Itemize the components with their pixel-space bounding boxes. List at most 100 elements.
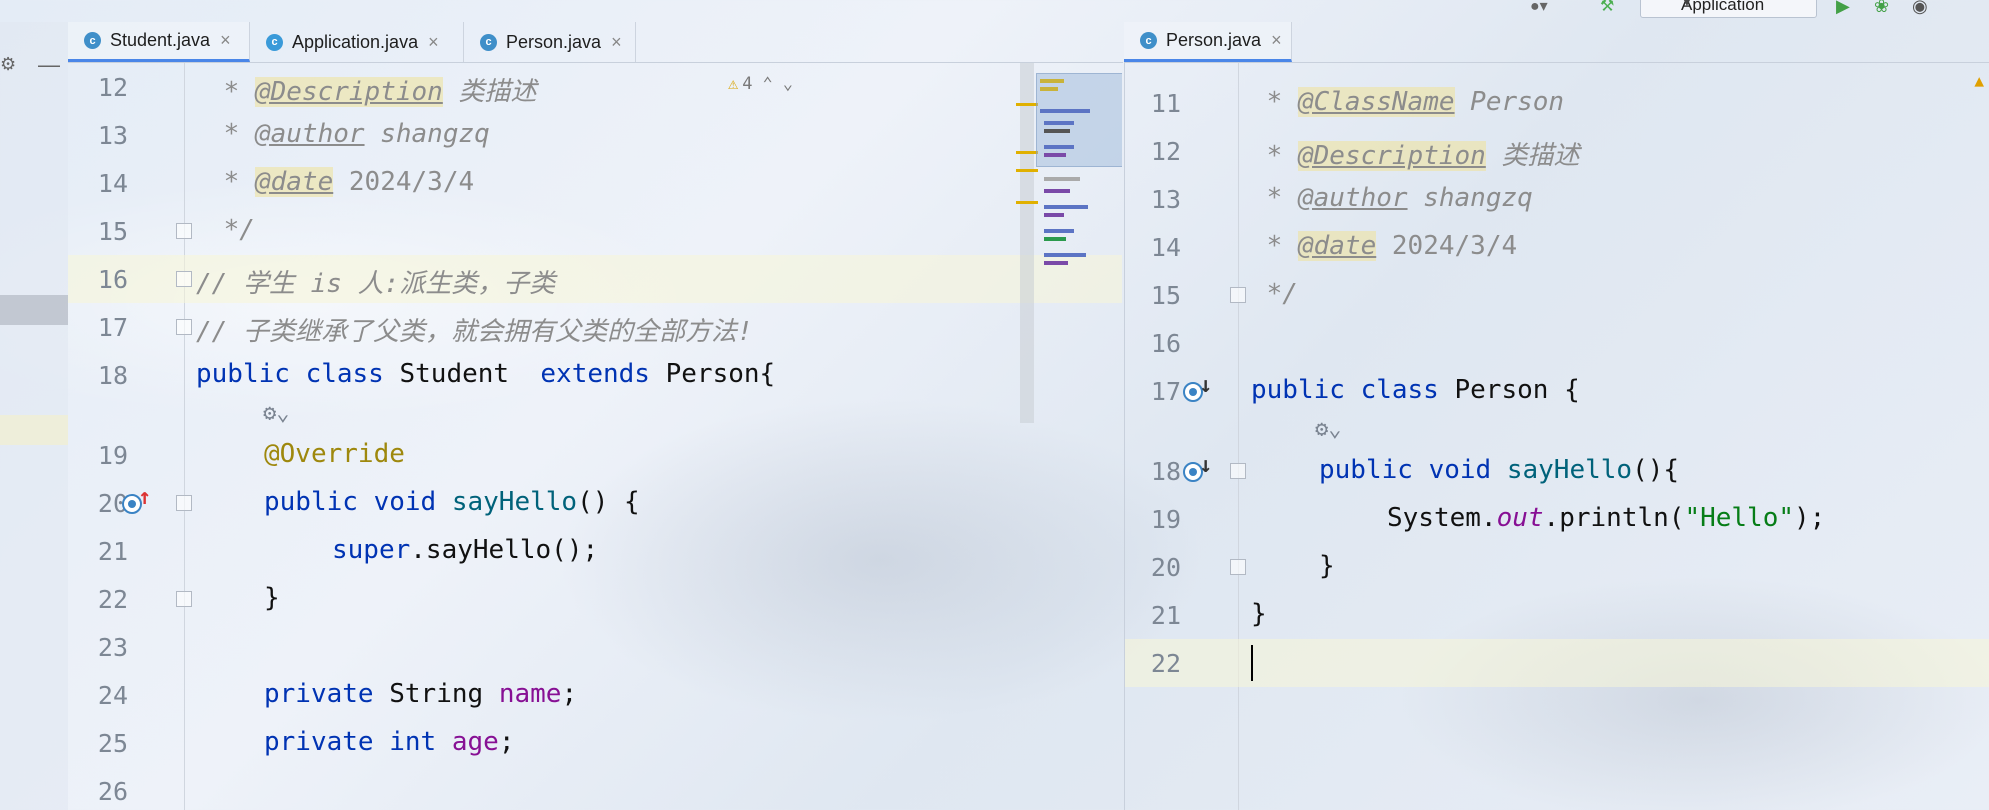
code-line: 18 public class Student extends Person{	[68, 351, 1122, 399]
tab-application-java[interactable]: c Application.java ×	[250, 22, 464, 62]
code-line: 25 private int age;	[68, 719, 1122, 767]
code-line-current: 16 // 学生 is 人:派生类，子类	[68, 255, 1122, 303]
close-icon[interactable]: ×	[428, 32, 439, 53]
code-minimap[interactable]	[1036, 73, 1122, 283]
chevron-up-icon[interactable]: ⌃	[763, 74, 773, 94]
code-line: 22 }	[68, 575, 1122, 623]
run-icon[interactable]: ▶	[1836, 0, 1850, 17]
code-line: 24 private String name;	[68, 671, 1122, 719]
code-line: 13 * @author shangzq	[1125, 175, 1989, 223]
main-class-icon: c	[266, 33, 283, 51]
minimap-line	[1044, 253, 1086, 257]
text-caret	[1251, 645, 1253, 681]
chevron-down-icon[interactable]: ⌄	[783, 74, 793, 94]
line-number: 16	[97, 265, 128, 294]
ai-assistant-icon[interactable]: ⚙⌄	[1315, 417, 1342, 442]
line-number: 25	[97, 729, 128, 758]
line-number: 17	[1150, 377, 1181, 406]
class-icon: c	[84, 32, 101, 49]
run-config-select[interactable]: Application ▼	[1640, 0, 1817, 18]
minimap-line	[1044, 213, 1064, 217]
chevron-down-icon: ▼	[1681, 0, 1693, 9]
line-number: 23	[97, 633, 128, 662]
comment-text: // 学生 is 人:派生类，子类	[196, 269, 556, 299]
tab-person-java[interactable]: c Person.java ×	[1124, 22, 1292, 62]
code-line: 12 * @Description 类描述	[68, 63, 1122, 111]
code-line: 23	[68, 623, 1122, 671]
tool-window-strip: ⚙ —	[0, 22, 68, 810]
fold-icon[interactable]	[176, 591, 192, 607]
line-number: 20	[97, 489, 128, 518]
minimap-line	[1044, 261, 1068, 265]
debug-icon[interactable]: ❀	[1874, 0, 1889, 17]
minimap-line	[1040, 109, 1090, 113]
inspection-widget[interactable]: ⚠ 4 ⌃ ⌄	[728, 71, 828, 97]
arrow-up-icon[interactable]: ↑	[138, 485, 151, 510]
fold-icon[interactable]	[176, 271, 192, 287]
left-tab-bar: c Student.java × c Application.java × c …	[68, 22, 1123, 63]
class-icon: c	[480, 33, 497, 51]
code-line: 26	[68, 767, 1122, 810]
code-line: 13 * @author shangzq	[68, 111, 1122, 159]
tab-person-java[interactable]: c Person.java ×	[464, 22, 636, 62]
left-editor[interactable]: 12 * @Description 类描述 13 * @author shang…	[68, 63, 1122, 810]
tab-student-java[interactable]: c Student.java ×	[68, 22, 250, 62]
fold-icon[interactable]	[176, 223, 192, 239]
user-icon[interactable]: ●▾	[1530, 0, 1548, 16]
vertical-scrollbar[interactable]	[1020, 63, 1034, 423]
line-number: 18	[97, 361, 128, 390]
warning-count: 4	[742, 74, 753, 94]
line-number: 22	[97, 585, 128, 614]
code-line: 15 */	[1125, 271, 1989, 319]
line-number: 26	[97, 777, 128, 806]
code-line: 21 }	[1125, 591, 1989, 639]
minimap-line	[1044, 177, 1080, 181]
structure-highlight	[0, 295, 68, 325]
minimap-line	[1044, 205, 1088, 209]
fold-icon[interactable]	[1230, 287, 1246, 303]
coverage-icon[interactable]: ◉	[1912, 0, 1928, 17]
fold-icon[interactable]	[176, 319, 192, 335]
arrow-down-icon[interactable]: ↓	[1199, 453, 1212, 478]
line-number: 20	[1150, 553, 1181, 582]
line-number: 14	[1150, 233, 1181, 262]
code-line: 21 super.sayHello();	[68, 527, 1122, 575]
comment-text: // 子类继承了父类，就会拥有父类的全部方法!	[196, 317, 753, 347]
top-toolbar: ●▾ ⚒	[1100, 0, 1989, 20]
code-line: 16	[1125, 319, 1989, 367]
line-number: 21	[97, 537, 128, 566]
minimap-line	[1044, 121, 1074, 125]
structure-highlight	[0, 415, 68, 445]
code-line: 20 ↑ public void sayHello() {	[68, 479, 1122, 527]
minimap-line	[1044, 129, 1070, 133]
fold-icon[interactable]	[1230, 559, 1246, 575]
minimap-line	[1040, 79, 1064, 83]
code-line: 20 }	[1125, 543, 1989, 591]
close-icon[interactable]: ×	[220, 30, 231, 51]
code-line: 19 @Override	[68, 431, 1122, 479]
line-number: 13	[1150, 185, 1181, 214]
fold-icon[interactable]	[176, 495, 192, 511]
line-number: 12	[97, 73, 128, 102]
fold-icon[interactable]	[1230, 463, 1246, 479]
line-number: 24	[97, 681, 128, 710]
line-number: 22	[1150, 649, 1181, 678]
minimap-line	[1040, 87, 1058, 91]
class-icon: c	[1140, 32, 1157, 49]
right-editor[interactable]: ▲ 11 * @ClassName Person 12 * @Descripti…	[1124, 63, 1989, 810]
close-icon[interactable]: ×	[611, 32, 622, 53]
code-line: 15 */	[68, 207, 1122, 255]
line-number: 15	[1150, 281, 1181, 310]
minimize-icon[interactable]: —	[38, 52, 60, 78]
gear-icon[interactable]: ⚙	[0, 54, 16, 75]
code-line: 19 System.out.println("Hello");	[1125, 495, 1989, 543]
line-number: 19	[1150, 505, 1181, 534]
line-number: 15	[97, 217, 128, 246]
line-number: 19	[97, 441, 128, 470]
code-line-current: 22	[1125, 639, 1989, 687]
ai-assistant-icon[interactable]: ⚙⌄	[263, 401, 290, 426]
line-number: 11	[1150, 89, 1181, 118]
arrow-down-icon[interactable]: ↓	[1199, 373, 1212, 398]
close-icon[interactable]: ×	[1271, 30, 1282, 51]
hammer-icon[interactable]: ⚒	[1600, 0, 1614, 16]
